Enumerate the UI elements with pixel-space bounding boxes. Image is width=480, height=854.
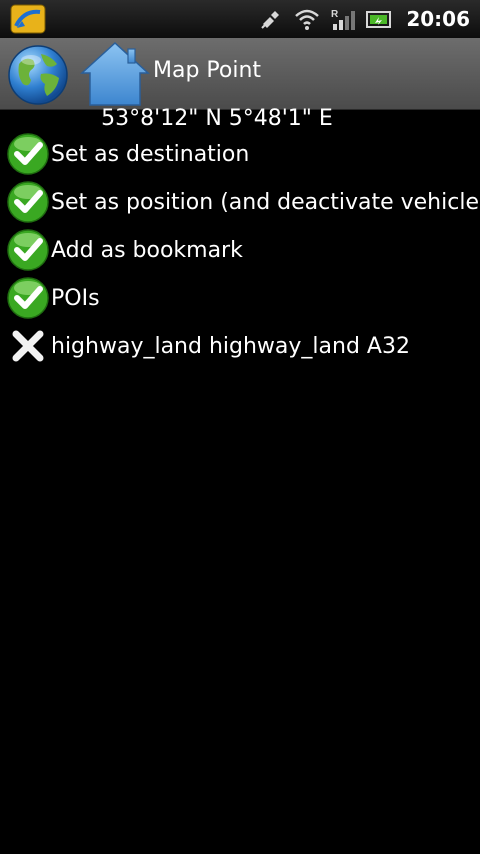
item-label: highway_land highway_land A32 xyxy=(51,333,410,359)
check-icon xyxy=(7,133,49,175)
action-list: Set as destination Set as position (and … xyxy=(0,130,480,370)
list-item-set-destination[interactable]: Set as destination xyxy=(0,130,480,178)
item-label: Add as bookmark xyxy=(51,237,243,263)
list-item-set-position[interactable]: Set as position (and deactivate vehicle) xyxy=(0,178,480,226)
battery-icon xyxy=(366,11,392,28)
page-title: Map Point xyxy=(153,58,262,83)
clock: 20:06 xyxy=(406,7,470,31)
coordinates-label: 53°8'12" N 5°48'1" E xyxy=(101,106,333,131)
item-label: POIs xyxy=(51,285,100,311)
check-icon xyxy=(7,181,49,223)
status-bar: R 20:06 xyxy=(0,0,480,39)
wifi-icon xyxy=(295,9,320,30)
gps-icon xyxy=(261,11,280,29)
close-icon xyxy=(12,330,44,362)
status-icons: R 20:06 xyxy=(248,0,470,38)
item-label: Set as position (and deactivate vehicle) xyxy=(51,189,480,215)
list-item-highway[interactable]: highway_land highway_land A32 xyxy=(0,322,480,370)
home-icon[interactable] xyxy=(80,41,150,107)
check-icon xyxy=(7,277,49,319)
item-label: Set as destination xyxy=(51,141,250,167)
svg-text:R: R xyxy=(331,9,339,20)
list-item-add-bookmark[interactable]: Add as bookmark xyxy=(0,226,480,274)
globe-icon[interactable] xyxy=(7,44,69,106)
check-icon xyxy=(7,229,49,271)
title-bar: Map Point xyxy=(0,38,480,110)
signal-icon: R xyxy=(331,9,356,30)
list-item-pois[interactable]: POIs xyxy=(0,274,480,322)
app-notification-icon[interactable] xyxy=(10,4,46,34)
